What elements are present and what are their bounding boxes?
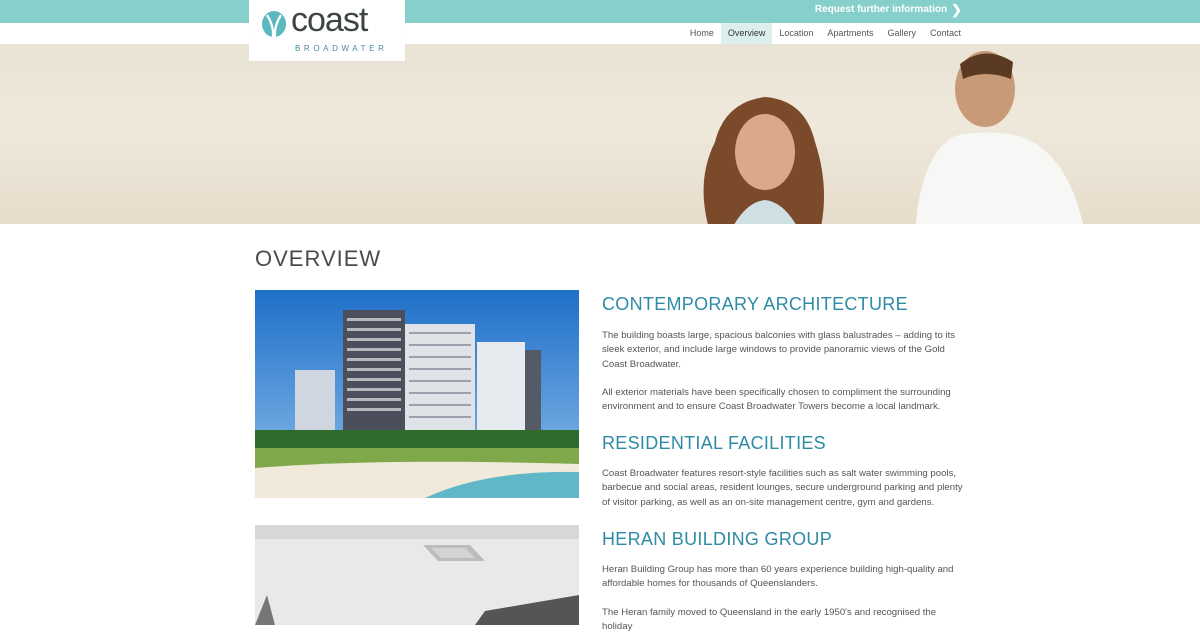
- section-heading-heran: HERAN BUILDING GROUP: [602, 529, 833, 549]
- building-image: [255, 290, 579, 498]
- nav-bar: Home Overview Location Apartments Galler…: [0, 23, 1200, 44]
- chevron-right-icon: ❯: [951, 2, 962, 17]
- nav-item-location[interactable]: Location: [772, 23, 820, 44]
- request-info-label: Request further information: [814, 4, 948, 15]
- interior-image: [255, 525, 579, 625]
- nav-item-contact[interactable]: Contact: [923, 23, 968, 44]
- nav-item-apartments[interactable]: Apartments: [820, 23, 880, 44]
- top-bar: Request further information ❯: [0, 0, 1200, 23]
- facilities-paragraph-1: Coast Broadwater features resort-style f…: [602, 468, 963, 508]
- architecture-paragraph-1: The building boasts large, spacious balc…: [602, 330, 956, 370]
- nav-item-gallery[interactable]: Gallery: [880, 23, 923, 44]
- logo-wordmark: coast: [291, 1, 368, 39]
- nav-item-overview[interactable]: Overview: [720, 23, 773, 44]
- logo-subtitle: BROADWATER: [295, 44, 388, 53]
- architecture-paragraph-2: All exterior materials have been specifi…: [602, 387, 951, 413]
- logo[interactable]: coast BROADWATER: [249, 0, 405, 61]
- heran-paragraph-2: The Heran family moved to Queensland in …: [602, 607, 937, 633]
- nav-item-home[interactable]: Home: [683, 23, 721, 44]
- section-heading-architecture: CONTEMPORARY ARCHITECTURE: [602, 294, 908, 314]
- main-nav: Home Overview Location Apartments Galler…: [683, 23, 968, 44]
- hero-woman-image: [703, 97, 824, 224]
- section-heading-facilities: RESIDENTIAL FACILITIES: [602, 433, 826, 453]
- request-info-link[interactable]: Request further information ❯: [815, 3, 962, 16]
- hero-man-image: [915, 51, 1083, 224]
- leaf-icon: [262, 11, 286, 38]
- heran-paragraph-1: Heran Building Group has more than 60 ye…: [602, 564, 954, 590]
- page-title: OVERVIEW: [255, 246, 382, 271]
- hero-banner: [0, 44, 1200, 224]
